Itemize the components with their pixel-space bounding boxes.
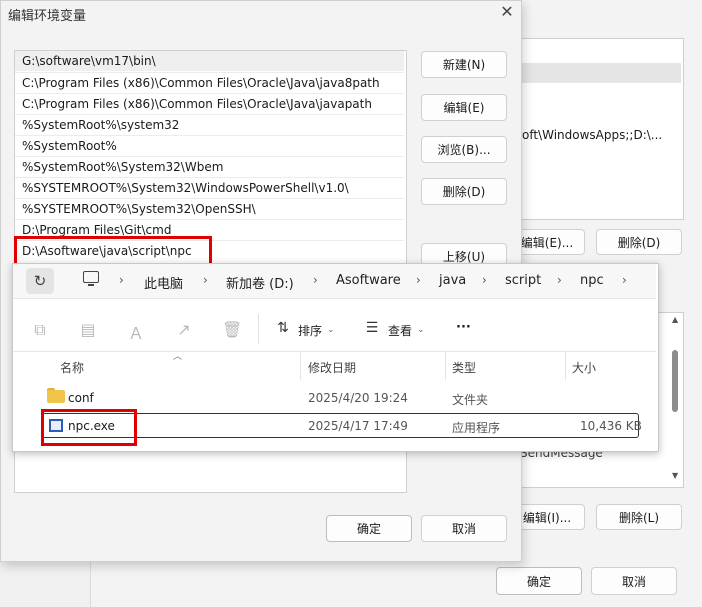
delete-button[interactable]: 删除(D) [421, 178, 507, 205]
ok-button[interactable]: 确定 [326, 515, 412, 542]
breadcrumb-drive-d[interactable]: 新加卷 (D:) [226, 273, 294, 292]
column-size[interactable]: 大小 [572, 359, 596, 376]
cancel-button[interactable]: 取消 [421, 515, 507, 542]
path-row[interactable]: %SystemRoot%\system32 [22, 115, 179, 135]
file-name-conf[interactable]: conf [68, 391, 94, 405]
path-row[interactable]: %SystemRoot%\System32\Wbem [22, 157, 223, 177]
file-type: 应用程序 [452, 421, 501, 435]
path-row[interactable]: C:\Program Files (x86)\Common Files\Orac… [22, 73, 380, 93]
breadcrumb-java[interactable]: java [439, 273, 466, 288]
file-type: 文件夹 [452, 393, 489, 407]
chevron-down-icon[interactable]: ⌄ [327, 325, 335, 335]
delete-icon[interactable]: 🗑 [222, 320, 242, 340]
breadcrumb-npc[interactable]: npc [580, 273, 604, 288]
paste-icon[interactable]: ▤ [78, 320, 98, 340]
file-modified: 2025/4/17 17:49 [308, 419, 408, 433]
bg-cancel-button[interactable]: 取消 [591, 567, 677, 595]
browse-button[interactable]: 浏览(B)... [421, 136, 507, 163]
column-modified[interactable]: 修改日期 [308, 359, 356, 376]
cut-icon[interactable]: ⧉ [30, 320, 50, 340]
sort-ascending-icon: ︿ [173, 352, 183, 362]
refresh-icon[interactable]: ↻ [26, 268, 54, 294]
view-button[interactable]: 查看 [388, 322, 412, 339]
view-icon[interactable]: ☰ [362, 320, 382, 340]
breadcrumb-script[interactable]: script [505, 273, 541, 288]
bg-delete-button-top[interactable]: 删除(D) [596, 229, 682, 255]
path-row[interactable]: G:\software\vm17\bin\ [22, 51, 156, 71]
sort-icon[interactable]: ⇅ [273, 320, 293, 340]
column-name[interactable]: 名称 [60, 359, 84, 376]
red-highlight-box [41, 409, 137, 446]
path-row[interactable]: C:\Program Files (x86)\Common Files\Orac… [22, 94, 372, 114]
rename-icon[interactable]: Ａ [126, 320, 146, 343]
column-divider[interactable] [445, 352, 446, 380]
bg-ok-button[interactable]: 确定 [496, 567, 582, 595]
chevron-right-icon[interactable]: › [482, 273, 487, 287]
monitor-icon [83, 271, 99, 283]
chevron-right-icon[interactable]: › [313, 273, 318, 287]
share-icon[interactable]: ↗ [174, 320, 194, 340]
column-divider[interactable] [565, 352, 566, 380]
more-options-icon[interactable]: ··· [456, 320, 471, 335]
user-variables-selected-row[interactable] [521, 63, 681, 83]
file-modified: 2025/4/20 19:24 [308, 391, 408, 405]
dialog-title: 编辑环境变量 [8, 9, 87, 24]
user-variable-value: oft\WindowsApps;;D:\... [522, 128, 663, 142]
scrollbar-thumb[interactable] [672, 350, 678, 412]
close-icon[interactable]: ✕ [498, 2, 516, 22]
toolbar-divider [258, 314, 259, 344]
edit-button[interactable]: 编辑(E) [421, 94, 507, 121]
folder-icon [47, 390, 65, 403]
chevron-right-icon[interactable]: › [203, 273, 208, 287]
chevron-right-icon[interactable]: › [416, 273, 421, 287]
scroll-down-icon[interactable]: ▼ [672, 471, 678, 480]
column-type[interactable]: 类型 [452, 359, 476, 376]
path-row[interactable]: %SystemRoot% [22, 136, 117, 156]
scroll-up-icon[interactable]: ▲ [672, 315, 678, 324]
monitor-stand [88, 284, 94, 286]
sort-button[interactable]: 排序 [298, 322, 322, 339]
path-row[interactable]: %SYSTEMROOT%\System32\OpenSSH\ [22, 199, 256, 219]
path-row[interactable]: %SYSTEMROOT%\System32\WindowsPowerShell\… [22, 178, 349, 198]
new-button[interactable]: 新建(N) [421, 51, 507, 78]
chevron-right-icon[interactable]: › [119, 273, 124, 287]
chevron-right-icon[interactable]: › [622, 273, 627, 287]
bg-delete-button-bottom[interactable]: 删除(L) [596, 504, 682, 530]
breadcrumb-this-pc[interactable]: 此电脑 [144, 273, 183, 292]
file-size: 10,436 KB [580, 419, 642, 433]
chevron-right-icon[interactable]: › [557, 273, 562, 287]
chevron-down-icon[interactable]: ⌄ [417, 325, 425, 335]
column-divider[interactable] [300, 352, 301, 380]
breadcrumb-asoftware[interactable]: Asoftware [336, 273, 401, 288]
